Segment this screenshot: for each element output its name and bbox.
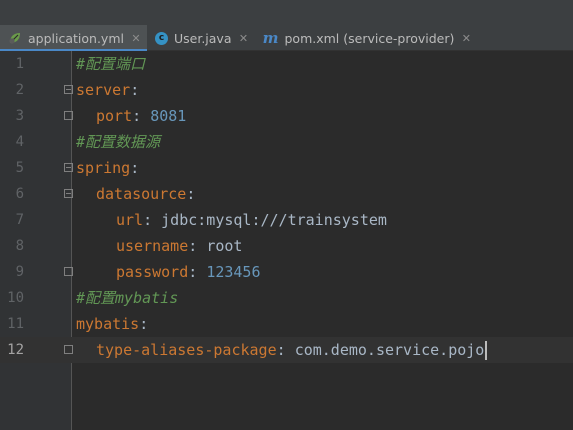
- fold-open-icon[interactable]: [64, 189, 73, 198]
- tab-label: pom.xml (service-provider): [284, 30, 455, 46]
- line-number: 9: [15, 264, 24, 280]
- title-bar: [0, 0, 573, 25]
- yaml-colon: :: [276, 341, 295, 359]
- yaml-key: spring: [76, 159, 131, 177]
- yaml-comment: #配置mybatis: [76, 289, 179, 307]
- yaml-key: server: [76, 81, 131, 99]
- close-icon[interactable]: ✕: [239, 32, 249, 45]
- code-text: password: 123456: [76, 259, 261, 285]
- text-caret: [485, 341, 488, 360]
- yaml-key: type-aliases-package: [96, 341, 277, 359]
- yaml-number: 8081: [150, 107, 187, 125]
- code-line[interactable]: 3 port: 8081: [0, 103, 573, 129]
- yaml-comment: #配置端口: [76, 55, 146, 73]
- yaml-colon: :: [188, 237, 207, 255]
- yaml-colon: :: [130, 159, 140, 177]
- close-icon[interactable]: ✕: [461, 32, 471, 45]
- yaml-key: username: [116, 237, 189, 255]
- yaml-key: url: [116, 211, 144, 229]
- code-line[interactable]: 5 spring:: [0, 155, 573, 181]
- yaml-colon: :: [186, 185, 196, 203]
- code-text: #配置mybatis: [76, 285, 178, 311]
- code-text: server:: [76, 77, 139, 103]
- fold-end-icon[interactable]: [64, 111, 73, 120]
- tab-label: User.java: [173, 30, 232, 46]
- line-number: 11: [7, 316, 24, 332]
- code-text: port: 8081: [76, 103, 186, 129]
- yaml-value: com.demo.service.pojo: [294, 341, 485, 359]
- tab-pom-xml[interactable]: m pom.xml (service-provider) ✕: [255, 25, 478, 51]
- editor-tab-bar: application.yml ✕ c User.java ✕ m pom.xm…: [0, 25, 573, 52]
- fold-open-icon[interactable]: [64, 85, 73, 94]
- line-number: 8: [15, 238, 24, 254]
- code-line[interactable]: 7 url: jdbc:mysql:///trainsystem: [0, 207, 573, 233]
- yaml-value: root: [206, 237, 243, 255]
- line-number: 5: [15, 160, 24, 176]
- tab-application-yml[interactable]: application.yml ✕: [0, 25, 147, 52]
- line-number: 6: [15, 186, 24, 202]
- code-text: mybatis:: [76, 311, 148, 337]
- code-line[interactable]: 4 #配置数据源: [0, 129, 573, 155]
- fold-end-icon[interactable]: [64, 267, 73, 276]
- code-line[interactable]: 9 password: 123456: [0, 259, 573, 285]
- line-number: 2: [15, 82, 24, 98]
- maven-icon: m: [262, 29, 279, 47]
- yaml-key: datasource: [96, 185, 187, 203]
- code-text: type-aliases-package: com.demo.service.p…: [76, 337, 488, 363]
- code-line[interactable]: 8 username: root: [0, 233, 573, 259]
- line-number: 3: [15, 108, 24, 124]
- yaml-key: mybatis: [76, 315, 140, 333]
- line-number: 12: [7, 342, 24, 358]
- yaml-colon: :: [143, 211, 162, 229]
- yaml-colon: :: [188, 263, 207, 281]
- yaml-comment: #配置数据源: [76, 133, 161, 151]
- line-number: 4: [15, 134, 24, 150]
- tab-label: application.yml: [28, 30, 124, 46]
- yaml-colon: :: [130, 81, 140, 99]
- yaml-colon: :: [132, 107, 151, 125]
- fold-open-icon[interactable]: [64, 163, 73, 172]
- code-text: datasource:: [76, 181, 195, 207]
- close-icon[interactable]: ✕: [131, 32, 141, 45]
- code-line[interactable]: 10 #配置mybatis: [0, 285, 573, 311]
- fold-end-icon[interactable]: [64, 345, 73, 354]
- yaml-number: 123456: [206, 263, 261, 281]
- line-number: 10: [7, 290, 24, 306]
- yaml-key: port: [96, 107, 133, 125]
- code-line[interactable]: 6 datasource:: [0, 181, 573, 207]
- code-line-current[interactable]: 12 type-aliases-package: com.demo.servic…: [0, 337, 573, 363]
- code-text: username: root: [76, 233, 242, 259]
- yaml-leaf-icon: [8, 31, 22, 45]
- yaml-value: jdbc:mysql:///trainsystem: [161, 211, 387, 229]
- code-editor[interactable]: 1 #配置端口 2 server: 3 port: 8081 4 #配置数据源 …: [0, 51, 573, 430]
- code-line[interactable]: 11 mybatis:: [0, 311, 573, 337]
- tab-user-java[interactable]: c User.java ✕: [147, 25, 255, 51]
- code-line[interactable]: 1 #配置端口: [0, 51, 573, 77]
- java-class-icon: c: [154, 31, 168, 45]
- code-text: #配置端口: [76, 51, 145, 77]
- line-number: 7: [15, 212, 24, 228]
- code-text: spring:: [76, 155, 139, 181]
- yaml-colon: :: [139, 315, 149, 333]
- line-number: 1: [15, 56, 24, 72]
- code-text: #配置数据源: [76, 129, 160, 155]
- yaml-key: password: [116, 263, 189, 281]
- code-text: url: jdbc:mysql:///trainsystem: [76, 207, 387, 233]
- code-line[interactable]: 2 server:: [0, 77, 573, 103]
